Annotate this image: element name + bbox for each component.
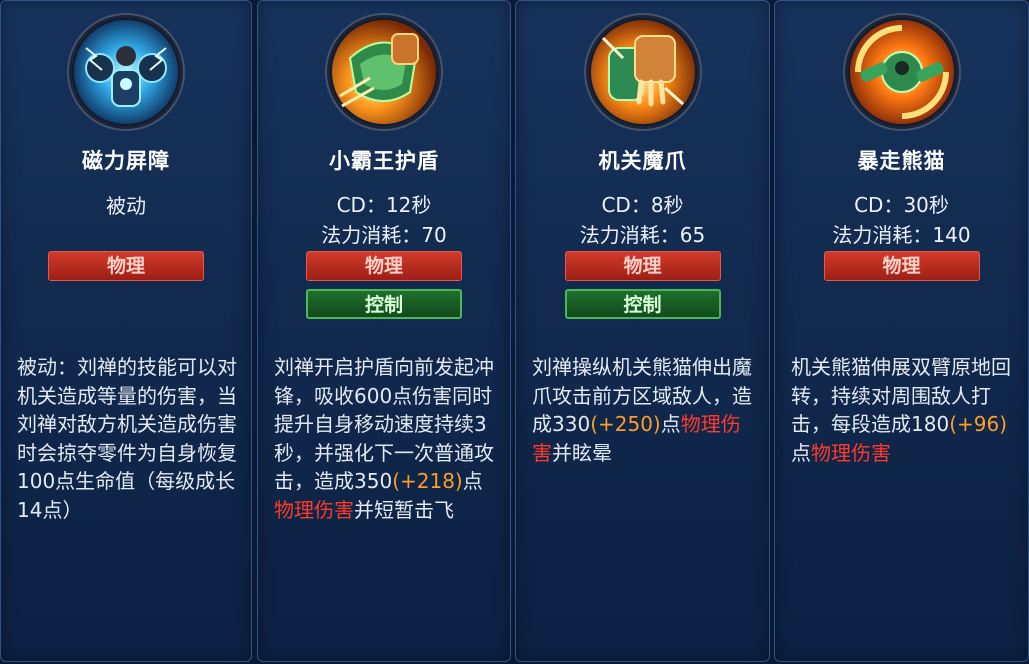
- description-text: 点: [791, 440, 811, 465]
- physical-tag-badge: 物理: [48, 251, 204, 281]
- description-text: 点: [660, 412, 681, 437]
- skill-description: 被动：刘禅的技能可以对机关造成等量的伤害，当刘禅对敌方机关造成伤害时会掠夺零件为…: [17, 353, 241, 525]
- rampaging-panda-skill-icon: [847, 18, 956, 126]
- skill-panel: 磁力屏障 被动 物理 被动：刘禅的技能可以对机关造成等量的伤害，当刘禅对敌方机关…: [0, 0, 1029, 664]
- skill-cooldown: CD：12秒: [336, 193, 432, 217]
- skill-passive-label: 被动: [106, 194, 146, 218]
- physical-damage-text: 物理伤害: [811, 440, 891, 465]
- description-text: 并眩晕: [552, 440, 612, 465]
- skill-mana-cost: 法力消耗：65: [579, 223, 706, 247]
- physical-tag-badge: 物理: [306, 251, 462, 281]
- magnetic-barrier-skill-icon: [72, 18, 180, 126]
- bonus-damage-text: (+250): [590, 412, 661, 437]
- skill-cooldown: CD：8秒: [601, 193, 684, 217]
- physical-tag-badge: 物理: [564, 251, 721, 281]
- skill-name: 磁力屏障: [82, 149, 170, 173]
- physical-tag-badge: 物理: [823, 251, 980, 281]
- description-text: 被动：刘禅的技能可以对机关造成等量的伤害，当刘禅对敌方机关造成伤害时会掠夺零件为…: [17, 355, 237, 522]
- physical-damage-text: 物理伤害: [274, 497, 354, 522]
- skill-cooldown: CD：30秒: [854, 193, 949, 217]
- skill-card-magnetic-barrier[interactable]: 磁力屏障 被动 物理 被动：刘禅的技能可以对机关造成等量的伤害，当刘禅对敌方机关…: [0, 0, 252, 662]
- bonus-damage-text: (+96): [949, 412, 1007, 437]
- skill-card-little-overlord-shield[interactable]: 小霸王护盾 CD：12秒 法力消耗：70 物理 控制 刘禅开启护盾向前发起冲锋，…: [257, 0, 511, 662]
- bonus-damage-text: (+218): [392, 469, 463, 494]
- skill-mana-cost: 法力消耗：140: [832, 223, 971, 247]
- control-tag-badge: 控制: [306, 289, 462, 319]
- skill-name: 小霸王护盾: [329, 149, 439, 173]
- little-overlord-shield-skill-icon: [330, 18, 438, 126]
- description-text: 并短暂击飞: [354, 497, 454, 522]
- skill-description: 机关熊猫伸展双臂原地回转，持续对周围敌人打击，每段造成180(+96)点物理伤害: [791, 353, 1018, 467]
- control-tag-badge: 控制: [564, 289, 721, 319]
- skill-name: 暴走熊猫: [857, 149, 946, 173]
- skill-card-rampaging-panda[interactable]: 暴走熊猫 CD：30秒 法力消耗：140 物理 机关熊猫伸展双臂原地回转，持续对…: [774, 0, 1029, 662]
- skill-mana-cost: 法力消耗：70: [321, 223, 447, 247]
- skill-name: 机关魔爪: [598, 149, 687, 173]
- skill-description: 刘禅开启护盾向前发起冲锋，吸收600点伤害同时提升自身移动速度持续3秒，并强化下…: [274, 353, 500, 525]
- mech-claw-skill-icon: [588, 18, 697, 126]
- skill-description: 刘禅操纵机关熊猫伸出魔爪攻击前方区域敌人，造成330(+250)点物理伤害并眩晕: [532, 353, 759, 467]
- skill-card-mech-claw[interactable]: 机关魔爪 CD：8秒 法力消耗：65 物理 控制 刘禅操纵机关熊猫伸出魔爪攻击前…: [515, 0, 770, 662]
- description-text: 点: [462, 469, 483, 494]
